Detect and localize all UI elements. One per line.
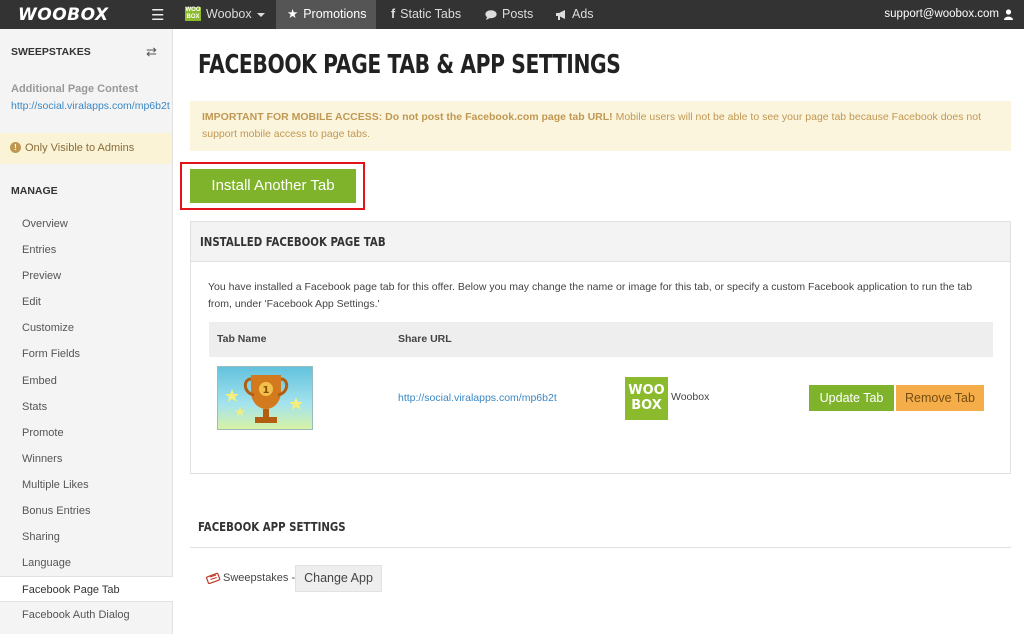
nav-ads[interactable]: Ads [555,0,594,29]
divider [190,547,1011,548]
col-share-url: Share URL [398,333,452,345]
alert-bold-text: IMPORTANT FOR MOBILE ACCESS: Do not post… [202,111,613,123]
user-email[interactable]: support@woobox.com [884,0,999,29]
nav-label: Promotions [303,7,367,21]
sidebar-item-form-fields[interactable]: Form Fields [0,341,172,367]
nav-promotions[interactable]: ★ Promotions [276,0,376,29]
sidebar-section-title: SWEEPSTAKES [11,46,91,58]
sidebar-item-stats[interactable]: Stats [0,394,172,420]
contest-link[interactable]: http://social.viralapps.com/mp6b2t [11,100,173,112]
app-settings-title: FACEBOOK APP SETTINGS [198,520,346,534]
caret-down-icon [256,12,265,17]
admin-notice: ! Only Visible to Admins [0,133,172,164]
swap-arrows-icon[interactable]: ⇄ [146,44,157,60]
sidebar-item-preview[interactable]: Preview [0,263,172,289]
sidebar-item-facebook-page-tab[interactable]: Facebook Page Tab [0,576,173,603]
woobox-app-logo: WOO BOX [625,377,668,420]
sidebar-item-overview[interactable]: Overview [0,211,172,237]
install-another-tab-button[interactable]: Install Another Tab [190,169,356,203]
nav-posts[interactable]: Posts [485,0,533,29]
account-switcher[interactable]: WOO BOX Woobox [177,0,273,29]
panel-header: INSTALLED FACEBOOK PAGE TAB [191,222,1010,262]
nav-label: Posts [502,7,534,21]
manage-title: MANAGE [11,185,58,197]
user-icon[interactable] [1004,9,1013,20]
account-label: Woobox [206,7,252,21]
sidebar-item-edit[interactable]: Edit [0,289,172,315]
nav-label: Static Tabs [400,7,462,21]
mobile-access-alert: IMPORTANT FOR MOBILE ACCESS: Do not post… [190,101,1011,151]
sidebar-item-sharing[interactable]: Sharing [0,524,172,550]
hamburger-icon[interactable]: ☰ [151,6,164,24]
woobox-mini-logo-icon: WOO BOX [185,6,201,21]
share-url-link[interactable]: http://social.viralapps.com/mp6b2t [398,392,557,404]
sidebar-item-language[interactable]: Language [0,550,172,576]
manage-menu: Overview Entries Preview Edit Customize … [0,211,173,629]
sidebar-item-entries[interactable]: Entries [0,237,172,263]
star-icon: ★ [287,7,299,21]
facebook-icon: f [391,7,396,21]
col-tab-name: Tab Name [217,333,267,345]
table-header: Tab Name Share URL [209,322,993,357]
page-title: FACEBOOK PAGE TAB & APP SETTINGS [198,50,621,80]
panel-title: INSTALLED FACEBOOK PAGE TAB [200,235,386,249]
panel-description: You have installed a Facebook page tab f… [208,281,973,310]
update-tab-button[interactable]: Update Tab [809,385,894,411]
sidebar-item-facebook-auth-dialog[interactable]: Facebook Auth Dialog [0,602,172,628]
sidebar-item-promote[interactable]: Promote [0,420,172,446]
admin-notice-text: Only Visible to Admins [25,142,135,154]
woobox-logo[interactable]: WOOBOX [18,5,109,25]
nav-label: Ads [572,7,594,21]
app-label: Sweepstakes - [223,572,296,584]
info-icon: ! [10,141,21,153]
sidebar-item-bonus-entries[interactable]: Bonus Entries [0,498,172,524]
contest-name: Additional Page Contest [11,83,139,95]
tab-image-trophy-icon[interactable]: 1 [217,366,313,430]
sidebar-item-winners[interactable]: Winners [0,446,172,472]
sidebar: SWEEPSTAKES ⇄ Additional Page Contest ht… [0,29,173,634]
remove-tab-button[interactable]: Remove Tab [896,385,984,411]
sidebar-item-multiple-likes[interactable]: Multiple Likes [0,472,172,498]
app-name: Woobox [671,391,710,403]
change-app-button[interactable]: Change App [295,565,382,592]
sidebar-item-embed[interactable]: Embed [0,368,172,394]
svg-text:1: 1 [263,385,270,396]
ticket-icon [206,572,221,584]
installed-tab-panel: INSTALLED FACEBOOK PAGE TAB You have ins… [190,221,1011,474]
nav-static-tabs[interactable]: f Static Tabs [391,0,461,29]
megaphone-icon [555,0,567,29]
top-navbar: WOOBOX ☰ WOO BOX Woobox ★ Promotions f Stati… [0,0,1024,29]
speech-bubble-icon [485,0,497,29]
sidebar-item-customize[interactable]: Customize [0,315,172,341]
